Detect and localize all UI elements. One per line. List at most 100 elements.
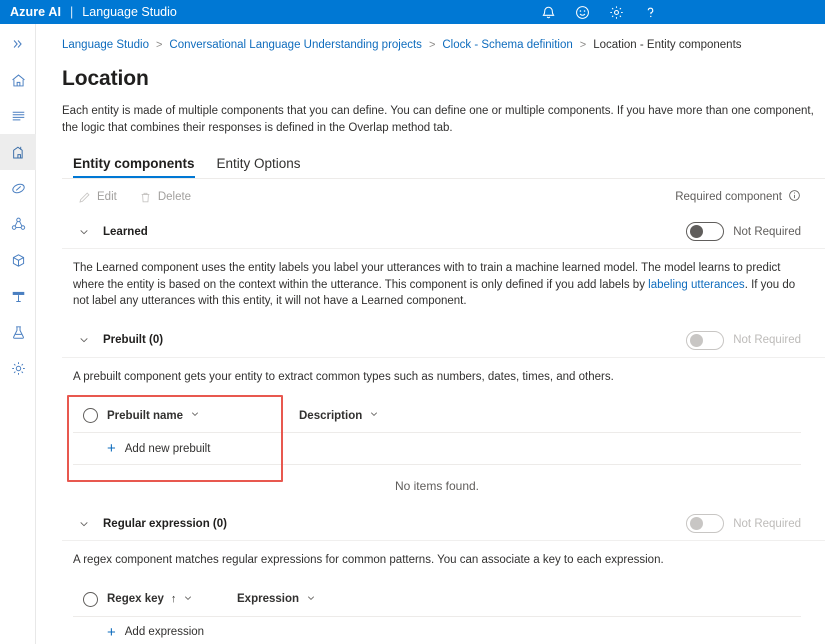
regex-required-toggle[interactable]: [686, 514, 724, 533]
prebuilt-required-toggle[interactable]: [686, 331, 724, 350]
learned-required-toggle[interactable]: [686, 222, 724, 241]
section-body-regex: A regex component matches regular expres…: [62, 541, 825, 569]
add-new-prebuilt-button[interactable]: + Add new prebuilt: [107, 441, 210, 456]
labeling-utterances-link[interactable]: labeling utterances: [648, 279, 745, 291]
add-expression-button[interactable]: + Add expression: [107, 625, 204, 640]
column-label: Prebuilt name: [107, 410, 183, 422]
breadcrumb-separator: >: [149, 39, 169, 51]
chevron-down-icon[interactable]: [73, 329, 95, 351]
sidebar-item-conversational-language-understanding[interactable]: [0, 278, 36, 314]
regex-required-toggle-group: Not Required: [686, 514, 801, 533]
add-expression-label: Add expression: [125, 626, 204, 638]
tag-oval-icon: [10, 180, 27, 197]
trash-icon: [139, 191, 152, 204]
section-title-learned: Learned: [103, 226, 148, 238]
breadcrumb-item-schema-definition[interactable]: Clock - Schema definition: [442, 39, 572, 51]
brand-label: Azure AI: [0, 5, 61, 19]
product-label: Language Studio: [82, 5, 177, 19]
page-description: Each entity is made of multiple componen…: [62, 103, 825, 136]
select-all-circle[interactable]: [73, 408, 107, 423]
cube-icon: [10, 252, 27, 269]
extract-information-icon: [10, 144, 27, 161]
pencil-icon: [78, 191, 91, 204]
settings-gear-icon[interactable]: [604, 0, 628, 24]
notification-bell-icon[interactable]: [536, 0, 560, 24]
column-label: Expression: [237, 593, 299, 605]
list-lines-icon: [10, 108, 27, 125]
expand-chevrons-icon: [11, 37, 25, 51]
chevron-down-icon: [306, 593, 316, 606]
left-nav-rail: [0, 24, 36, 644]
chevron-down-icon[interactable]: [73, 221, 95, 243]
brand-divider: |: [61, 5, 82, 19]
flask-icon: [10, 324, 27, 341]
column-description[interactable]: Description: [299, 409, 379, 422]
sidebar-item-extract-information[interactable]: [0, 134, 36, 170]
section-header-learned: Learned Not Required: [62, 215, 825, 249]
info-icon[interactable]: [788, 189, 801, 205]
edit-button[interactable]: Edit: [73, 188, 122, 207]
plus-icon: +: [107, 625, 116, 640]
tab-entity-components[interactable]: Entity components: [73, 156, 195, 178]
tab-entity-options[interactable]: Entity Options: [217, 156, 301, 178]
required-component-text: Required component: [675, 191, 782, 203]
section-body-prebuilt: A prebuilt component gets your entity to…: [62, 358, 825, 386]
required-component-label: Required component: [675, 189, 801, 205]
prebuilt-empty-message: No items found.: [62, 465, 825, 493]
column-label: Description: [299, 410, 362, 422]
regex-table-header: Regex key ↑ Expression: [73, 583, 801, 617]
sidebar-item-summarize-text[interactable]: [0, 206, 36, 242]
plus-icon: +: [107, 441, 116, 456]
prebuilt-add-row: + Add new prebuilt: [73, 433, 801, 465]
section-header-regex: Regular expression (0) Not Required: [62, 507, 825, 541]
feedback-smiley-icon[interactable]: [570, 0, 594, 24]
chevron-down-icon: [190, 409, 200, 422]
network-graph-icon: [10, 216, 27, 233]
toggle-knob: [690, 517, 703, 530]
regex-toggle-label: Not Required: [733, 518, 801, 530]
breadcrumb-item-clu-projects[interactable]: Conversational Language Understanding pr…: [169, 39, 422, 51]
select-all-circle[interactable]: [73, 592, 107, 607]
sidebar-item-understand-questions[interactable]: [0, 170, 36, 206]
column-label: Regex key: [107, 593, 164, 605]
sort-ascending-icon: ↑: [171, 593, 177, 605]
prebuilt-toggle-label: Not Required: [733, 334, 801, 346]
tab-list: Entity components Entity Options: [62, 156, 825, 178]
breadcrumb-item-language-studio[interactable]: Language Studio: [62, 39, 149, 51]
breadcrumb: Language Studio > Conversational Languag…: [62, 24, 825, 54]
prebuilt-table: Prebuilt name Description +: [62, 399, 825, 465]
sidebar-item-classify-text[interactable]: [0, 98, 36, 134]
breadcrumb-separator: >: [422, 39, 442, 51]
sidebar-item-translate[interactable]: [0, 242, 36, 278]
chevron-down-icon: [369, 409, 379, 422]
chevron-down-icon[interactable]: [73, 513, 95, 535]
learned-required-toggle-group: Not Required: [686, 222, 801, 241]
regex-table: Regex key ↑ Expression: [62, 583, 825, 644]
top-bar-icons: [536, 0, 662, 24]
sidebar-item-expand-chevrons-icon[interactable]: [0, 26, 36, 62]
chevron-down-icon: [183, 593, 193, 606]
prebuilt-table-header: Prebuilt name Description: [73, 399, 801, 433]
section-title-prebuilt: Prebuilt (0): [103, 334, 163, 346]
sidebar-item-test-deployments[interactable]: [0, 314, 36, 350]
add-new-prebuilt-label: Add new prebuilt: [125, 443, 211, 455]
sidebar-item-home[interactable]: [0, 62, 36, 98]
column-regex-key[interactable]: Regex key ↑: [107, 593, 237, 606]
page-title: Location: [62, 67, 825, 91]
circle-icon: [83, 408, 98, 423]
section-title-regex: Regular expression (0): [103, 518, 227, 530]
column-prebuilt-name[interactable]: Prebuilt name: [107, 409, 299, 422]
circle-icon: [83, 592, 98, 607]
toggle-knob: [690, 225, 703, 238]
section-header-prebuilt: Prebuilt (0) Not Required: [62, 324, 825, 358]
ruler-icon: [10, 288, 27, 305]
top-bar: Azure AI | Language Studio: [0, 0, 825, 24]
breadcrumb-item-current: Location - Entity components: [593, 39, 741, 51]
gear-icon: [10, 360, 27, 377]
sidebar-item-settings[interactable]: [0, 350, 36, 386]
help-question-icon[interactable]: [638, 0, 662, 24]
section-body-learned: The Learned component uses the entity la…: [62, 249, 825, 310]
delete-button[interactable]: Delete: [134, 188, 196, 207]
command-bar: Edit Delete Required component: [62, 179, 825, 215]
column-expression[interactable]: Expression: [237, 593, 316, 606]
